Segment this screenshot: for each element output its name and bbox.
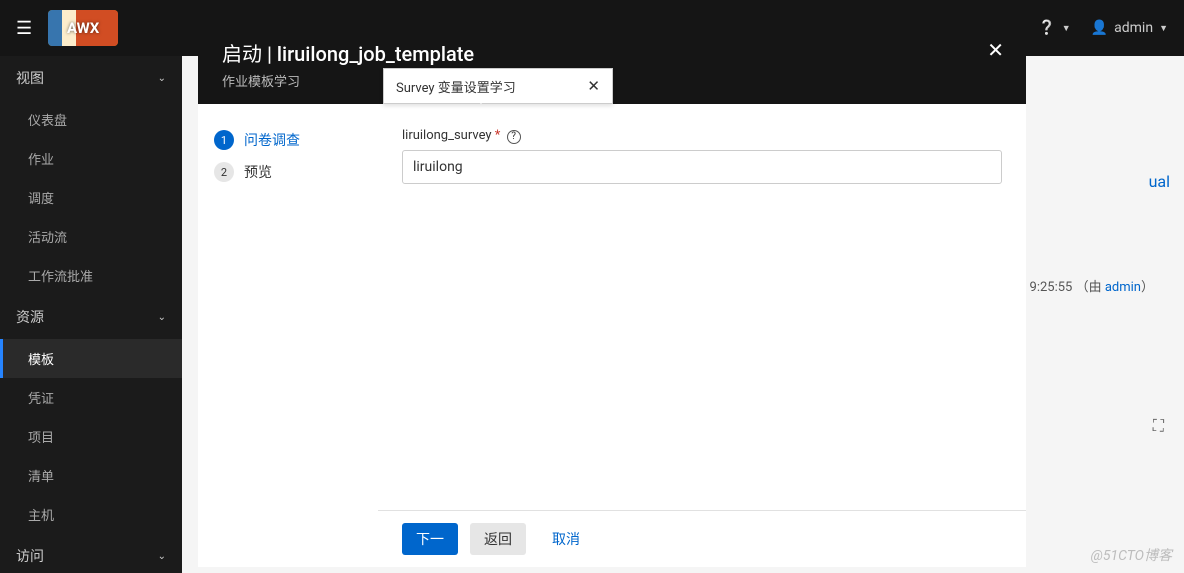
step-badge: 1 — [214, 130, 234, 150]
field-label: liruilong_survey * ? — [402, 128, 1002, 144]
chevron-down-icon: ▼ — [1159, 23, 1168, 34]
sidebar-item-schedule[interactable]: 调度 — [0, 178, 182, 217]
chevron-down-icon: ⌄ — [158, 73, 166, 84]
modal-body: 1 问卷调查 2 预览 Survey 变量设置学习 ✕ liruilong_su… — [198, 104, 1026, 567]
meta-time: 9:25:55 （由 admin） — [1030, 276, 1154, 295]
step-label: 问卷调查 — [244, 130, 300, 150]
bg-link[interactable]: ual — [1149, 172, 1170, 191]
step-label: 预览 — [244, 162, 272, 182]
chevron-down-icon: ▼ — [1062, 23, 1071, 34]
user-label: admin — [1114, 20, 1153, 36]
meta-user-link[interactable]: admin — [1105, 280, 1141, 295]
step-survey[interactable]: 1 问卷调查 — [210, 124, 366, 156]
wizard-steps: 1 问卷调查 2 预览 — [198, 104, 378, 567]
sidebar: 视图⌄ 仪表盘 作业 调度 活动流 工作流批准 资源⌄ 模板 凭证 项目 清单 … — [0, 56, 182, 573]
sidebar-section-access[interactable]: 访问⌄ — [0, 534, 182, 573]
sidebar-item-dashboard[interactable]: 仪表盘 — [0, 100, 182, 139]
step-preview[interactable]: 2 预览 — [210, 156, 366, 188]
back-button[interactable]: 返回 — [470, 523, 526, 555]
tooltip-survey-help: Survey 变量设置学习 ✕ — [383, 68, 613, 104]
sidebar-item-workflowapproval[interactable]: 工作流批准 — [0, 256, 182, 295]
next-button[interactable]: 下一 — [402, 523, 458, 555]
sidebar-item-activity[interactable]: 活动流 — [0, 217, 182, 256]
sidebar-section-resource[interactable]: 资源⌄ — [0, 295, 182, 339]
sidebar-item-projects[interactable]: 项目 — [0, 417, 182, 456]
menu-toggle-icon[interactable]: ☰ — [16, 18, 32, 39]
modal-footer: 下一 返回 取消 — [378, 510, 1026, 567]
cancel-button[interactable]: 取消 — [538, 523, 594, 555]
help-icon[interactable]: ? — [507, 130, 521, 144]
survey-input[interactable] — [402, 150, 1002, 184]
user-menu[interactable]: 👤 admin ▼ — [1091, 20, 1168, 36]
sidebar-item-jobs[interactable]: 作业 — [0, 139, 182, 178]
close-icon[interactable]: ✕ — [987, 38, 1004, 62]
expand-icon[interactable]: ⛶ — [1153, 416, 1164, 436]
sidebar-item-inventories[interactable]: 清单 — [0, 456, 182, 495]
modal-title: 启动 | liruilong_job_template — [222, 38, 1002, 67]
chevron-down-icon: ⌄ — [158, 551, 166, 562]
step-badge: 2 — [214, 162, 234, 182]
chevron-down-icon: ⌄ — [158, 312, 166, 323]
sidebar-item-credentials[interactable]: 凭证 — [0, 378, 182, 417]
logo: AWX — [48, 10, 118, 46]
tooltip-text: Survey 变量设置学习 — [396, 77, 516, 96]
watermark: @51CTO博客 — [1091, 545, 1172, 565]
help-menu[interactable]: ❔▼ — [1038, 20, 1070, 36]
close-icon[interactable]: ✕ — [587, 77, 600, 95]
sidebar-section-view[interactable]: 视图⌄ — [0, 56, 182, 100]
sidebar-item-hosts[interactable]: 主机 — [0, 495, 182, 534]
user-icon: 👤 — [1091, 20, 1108, 36]
help-icon: ❔ — [1038, 20, 1055, 36]
sidebar-item-templates[interactable]: 模板 — [0, 339, 182, 378]
